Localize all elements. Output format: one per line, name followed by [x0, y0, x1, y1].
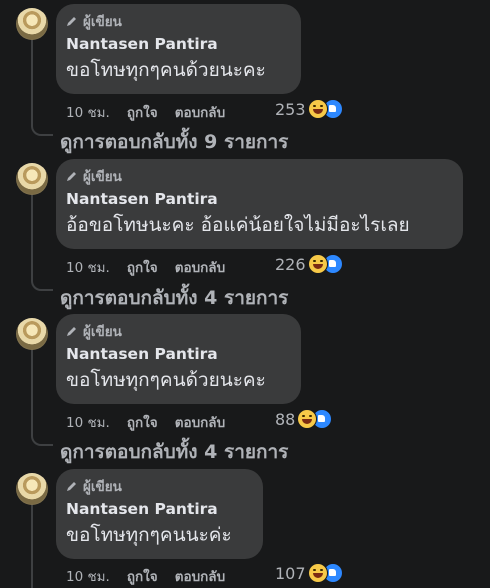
timestamp[interactable]: 10 ชม.	[66, 565, 110, 587]
like-button[interactable]: ถูกใจ	[127, 256, 158, 278]
avatar[interactable]	[16, 318, 48, 350]
pencil-icon	[67, 327, 76, 336]
comment-text: ขอโทษทุกๆคนด้วยนะคะ	[66, 59, 266, 81]
comment-bubble: ผู้เขียน Nantasen Pantira อ้อขอโทษนะคะ อ…	[56, 159, 463, 249]
reaction-count: 253	[275, 99, 306, 119]
haha-reaction-icon	[307, 254, 328, 274]
commenter-name[interactable]: Nantasen Pantira	[66, 35, 289, 54]
reaction-summary[interactable]: 88	[275, 409, 333, 429]
haha-reaction-icon	[307, 99, 328, 119]
comment-bubble: ผู้เขียน Nantasen Pantira ขอโทษทุกๆคนนะค…	[56, 469, 263, 559]
like-button[interactable]: ถูกใจ	[127, 565, 158, 587]
comment-actions: 10 ชม. ถูกใจ ตอบกลับ	[66, 101, 242, 123]
pencil-icon	[67, 17, 76, 26]
comment-actions: 10 ชม. ถูกใจ ตอบกลับ	[66, 565, 242, 587]
comment-text: อ้อขอโทษนะคะ อ้อแค่น้อยใจไม่มีอะไรเลย	[66, 214, 410, 236]
author-badge-label: ผู้เขียน	[83, 169, 122, 185]
reaction-count: 226	[275, 254, 306, 274]
thread-line	[31, 195, 33, 275]
reaction-summary[interactable]: 107	[275, 563, 343, 583]
reaction-count: 88	[275, 409, 296, 429]
comment-actions: 10 ชม. ถูกใจ ตอบกลับ	[66, 256, 242, 278]
author-badge: ผู้เขียน	[66, 322, 289, 340]
view-replies-link[interactable]: ดูการตอบกลับทั้ง 4 รายการ	[60, 283, 288, 313]
comment-bubble: ผู้เขียน Nantasen Pantira ขอโทษทุกๆคนด้ว…	[56, 4, 301, 94]
like-button[interactable]: ถูกใจ	[127, 411, 158, 433]
comment-text: ขอโทษทุกๆคนนะค่ะ	[66, 524, 232, 546]
author-badge-label: ผู้เขียน	[83, 324, 122, 340]
thread-connector	[31, 120, 53, 136]
reply-button[interactable]: ตอบกลับ	[175, 101, 225, 123]
author-badge: ผู้เขียน	[66, 477, 251, 495]
reaction-count: 107	[275, 563, 306, 583]
thread-connector	[31, 275, 53, 291]
reply-button[interactable]: ตอบกลับ	[175, 411, 225, 433]
avatar[interactable]	[16, 8, 48, 40]
commenter-name[interactable]: Nantasen Pantira	[66, 345, 289, 364]
view-replies-link[interactable]: ดูการตอบกลับทั้ง 9 รายการ	[60, 127, 288, 157]
author-badge-label: ผู้เขียน	[83, 14, 122, 30]
comment-actions: 10 ชม. ถูกใจ ตอบกลับ	[66, 411, 242, 433]
author-badge: ผู้เขียน	[66, 12, 289, 30]
timestamp[interactable]: 10 ชม.	[66, 411, 110, 433]
reply-button[interactable]: ตอบกลับ	[175, 256, 225, 278]
thread-line	[31, 40, 33, 120]
thread-line	[31, 350, 33, 430]
avatar[interactable]	[16, 163, 48, 195]
author-badge: ผู้เขียน	[66, 167, 451, 185]
haha-reaction-icon	[307, 563, 328, 583]
timestamp[interactable]: 10 ชม.	[66, 101, 110, 123]
reaction-summary[interactable]: 226	[275, 254, 343, 274]
reaction-summary[interactable]: 253	[275, 99, 343, 119]
author-badge-label: ผู้เขียน	[83, 479, 122, 495]
reply-button[interactable]: ตอบกลับ	[175, 565, 225, 587]
avatar[interactable]	[16, 473, 48, 505]
pencil-icon	[67, 172, 76, 181]
like-button[interactable]: ถูกใจ	[127, 101, 158, 123]
commenter-name[interactable]: Nantasen Pantira	[66, 190, 451, 209]
commenter-name[interactable]: Nantasen Pantira	[66, 500, 251, 519]
view-replies-link[interactable]: ดูการตอบกลับทั้ง 4 รายการ	[60, 437, 288, 467]
thread-connector	[31, 430, 53, 446]
timestamp[interactable]: 10 ชม.	[66, 256, 110, 278]
comment-bubble: ผู้เขียน Nantasen Pantira ขอโทษทุกๆคนด้ว…	[56, 314, 301, 404]
thread-line	[31, 505, 33, 588]
comment-text: ขอโทษทุกๆคนด้วยนะคะ	[66, 369, 266, 391]
pencil-icon	[67, 482, 76, 491]
